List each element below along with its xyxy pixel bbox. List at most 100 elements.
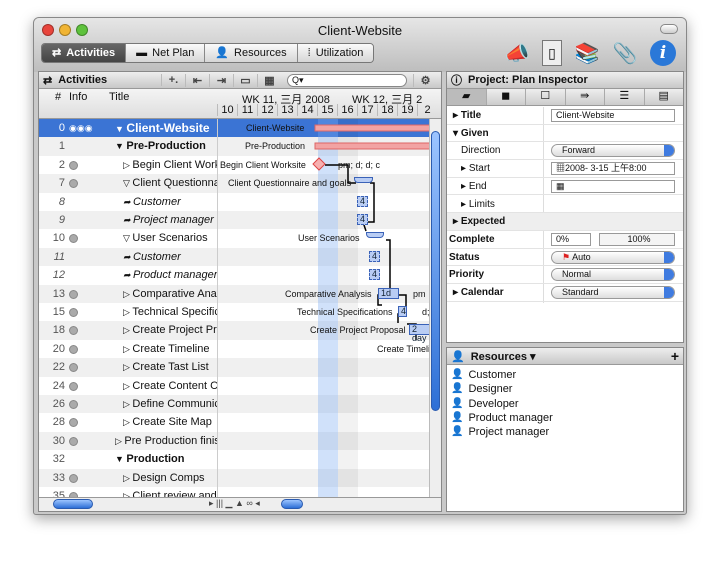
summary-bar[interactable] <box>366 232 384 239</box>
note-icon[interactable] <box>69 326 78 336</box>
megaphone-icon[interactable]: 📣 <box>504 40 530 66</box>
row-title[interactable]: ▷ Technical Specifications <box>123 303 217 321</box>
assignment-icon[interactable]: ➦ <box>123 270 133 280</box>
row-title[interactable]: ▼ Production <box>115 450 217 468</box>
row-title[interactable]: ▼ Pre-Production <box>115 137 217 155</box>
disclosure-triangle-icon[interactable]: ▷ <box>123 325 132 335</box>
folder-icon[interactable]: ▰ <box>447 89 487 105</box>
row-title[interactable]: ➦ Customer <box>123 248 217 266</box>
title-disclosure[interactable]: ▸ Title <box>453 107 481 124</box>
resource-item[interactable]: 👤 Product manager <box>451 411 553 425</box>
resources-menu[interactable]: Resources ▾ <box>471 350 536 363</box>
row-title[interactable]: ▷ Begin Client Worksite <box>123 156 217 174</box>
note-icon[interactable] <box>69 344 78 354</box>
zoom-controls[interactable]: ▸ ||| ▁ ▲ ∞ ◂ <box>209 498 260 509</box>
vertical-scroll-thumb[interactable] <box>431 131 440 411</box>
toolbar-toggle-button[interactable] <box>660 24 678 34</box>
disclosure-triangle-icon[interactable]: ▷ <box>123 473 132 483</box>
tab-resources[interactable]: 👤 Resources <box>205 44 298 62</box>
note-icon[interactable] <box>69 400 78 409</box>
disclosure-triangle-icon[interactable]: ▷ <box>123 289 132 299</box>
disclosure-triangle-icon[interactable]: ▷ <box>123 417 132 427</box>
indent-button[interactable]: ⇥ <box>209 73 233 87</box>
disclosure-triangle-icon[interactable]: ▼ <box>115 454 126 464</box>
tab-net-plan[interactable]: ▬ Net Plan <box>126 44 206 62</box>
task-bar[interactable]: 4 <box>398 306 407 317</box>
disclosure-triangle-icon[interactable]: ▷ <box>123 307 132 317</box>
add-resource-button[interactable]: + <box>671 348 679 364</box>
task-bar[interactable]: 4 <box>357 195 368 207</box>
disclosure-triangle-icon[interactable]: ▷ <box>123 381 132 391</box>
given-disclosure[interactable]: ▾ Given <box>453 125 489 142</box>
percent-arrow-icon[interactable]: ⇛ <box>566 89 605 105</box>
book-icon[interactable]: 📚 <box>574 40 600 66</box>
gantt-scroll-thumb[interactable] <box>281 499 303 509</box>
gear-icon[interactable]: ⚙ <box>413 73 437 87</box>
note-icon[interactable] <box>69 381 78 391</box>
link-button[interactable]: ▭ <box>233 73 257 87</box>
assign-button[interactable]: ▦ <box>257 73 281 87</box>
limits-disclosure[interactable]: ▸ Limits <box>461 196 495 213</box>
task-bar[interactable]: 4 <box>369 250 380 262</box>
paperclip-icon[interactable]: 📎 <box>612 40 638 66</box>
disclosure-triangle-icon[interactable]: ▷ <box>123 399 132 409</box>
note-icon[interactable] <box>69 160 78 170</box>
status-select[interactable]: ⚑ Auto <box>551 250 675 264</box>
gantt-chart[interactable]: Client-Website Pre-Production Begin Client… <box>217 119 429 498</box>
row-title[interactable]: ▷ Create Timeline <box>123 340 217 358</box>
resource-item[interactable]: 👤 Project manager <box>451 425 549 439</box>
calendar-select[interactable]: Standard <box>551 286 675 299</box>
row-title[interactable]: ▼ Client-Website <box>115 119 217 138</box>
tab-utilization[interactable]: ⁞ Utilization <box>297 44 374 62</box>
add-task-button[interactable]: +. <box>161 74 185 86</box>
assignment-icon[interactable]: ➦ <box>123 215 133 225</box>
direction-select[interactable]: Forward <box>551 144 675 158</box>
vertical-scrollbar[interactable] <box>429 119 441 498</box>
start-date-field[interactable]: ▦2008- 3-15 上午8:00 <box>551 162 675 176</box>
assignment-icon[interactable]: ➦ <box>123 252 133 262</box>
note-icon[interactable] <box>69 436 78 446</box>
end-disclosure[interactable]: ▸ End <box>461 178 487 195</box>
resource-item[interactable]: 👤 Customer <box>451 368 516 382</box>
calendar-disclosure[interactable]: ▸ Calendar <box>453 284 504 301</box>
task-bar[interactable]: 1d <box>378 287 399 299</box>
note-icon[interactable] <box>69 234 78 244</box>
col-num[interactable]: # <box>55 91 61 103</box>
row-title[interactable]: ▷ Create Tast List <box>123 358 217 376</box>
info-icon[interactable]: i <box>650 40 676 66</box>
end-date-field[interactable]: ▦ <box>551 179 675 193</box>
disclosure-triangle-icon[interactable]: ▽ <box>123 233 132 243</box>
disclosure-triangle-icon[interactable]: ▼ <box>115 141 126 151</box>
disclosure-triangle-icon[interactable]: ▷ <box>115 436 124 446</box>
calendar-icon[interactable]: ▦ <box>556 163 565 173</box>
calendar-icon[interactable]: ▦ <box>556 181 565 191</box>
task-bar[interactable]: 2 day <box>409 324 429 343</box>
page-icon[interactable]: ☐ <box>526 89 566 105</box>
col-info[interactable]: Info <box>69 91 87 103</box>
list-icon[interactable]: ☰ <box>605 89 645 105</box>
horizontal-scrollbar[interactable]: ▸ ||| ▁ ▲ ∞ ◂ <box>39 497 441 511</box>
tab-activities[interactable]: ⇄ Activities <box>42 44 127 62</box>
disclosure-triangle-icon[interactable]: ▼ <box>115 124 126 134</box>
priority-select[interactable]: Normal <box>551 268 675 282</box>
task-bar[interactable]: 4 <box>369 269 380 281</box>
disclosure-triangle-icon[interactable]: ▷ <box>123 362 132 372</box>
row-title[interactable]: ▷ Create Content Chart <box>123 377 217 395</box>
view-icon[interactable]: ▯ <box>542 40 562 66</box>
row-title[interactable]: ▷ Create Project Proposal <box>123 321 217 339</box>
row-title[interactable]: ▷ Pre Production finish <box>115 432 217 450</box>
note-icon[interactable] <box>69 289 78 299</box>
disclosure-triangle-icon[interactable]: ▷ <box>123 160 132 170</box>
row-title[interactable]: ▽ User Scenarios <box>123 229 217 247</box>
row-title[interactable]: ▷ Create Site Map <box>123 413 217 431</box>
row-title[interactable]: ➦ Project manager <box>123 211 217 229</box>
complete-combo[interactable]: 0% <box>551 232 591 246</box>
expected-disclosure[interactable]: ▸ Expected <box>453 213 505 230</box>
info-icons[interactable]: ◉◉◉ <box>69 123 93 134</box>
note-icon[interactable] <box>69 473 78 483</box>
summary-bar[interactable] <box>354 177 373 184</box>
row-title[interactable]: ▷ Design Comps <box>123 469 217 487</box>
row-title[interactable]: ▷ Comparative Analysis <box>123 285 217 303</box>
resource-item[interactable]: 👤 Developer <box>451 397 519 411</box>
note-icon[interactable] <box>69 179 78 189</box>
